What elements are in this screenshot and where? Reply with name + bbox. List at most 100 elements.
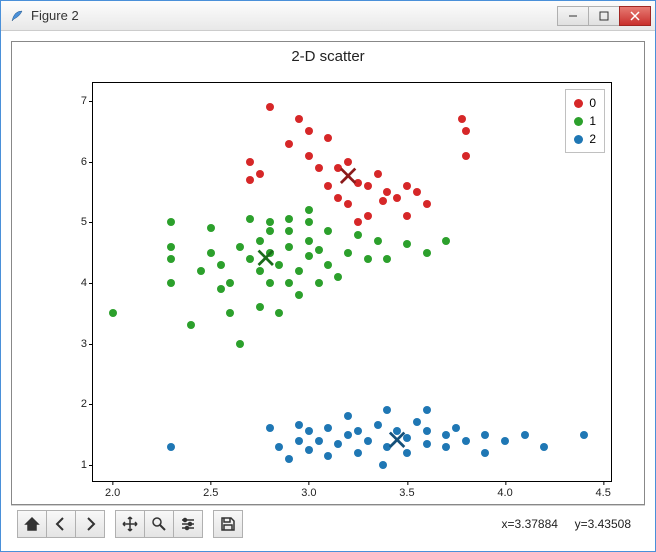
data-point <box>540 443 548 451</box>
data-point <box>383 406 391 414</box>
data-point <box>379 197 387 205</box>
data-point <box>285 227 293 235</box>
data-point <box>226 279 234 287</box>
data-point <box>344 200 352 208</box>
data-point <box>413 418 421 426</box>
data-point <box>285 140 293 148</box>
data-point <box>383 188 391 196</box>
data-point <box>344 431 352 439</box>
data-point <box>452 424 460 432</box>
data-point <box>256 170 264 178</box>
xtick: 2.5 <box>203 487 218 499</box>
file-group <box>213 510 243 538</box>
forward-button[interactable] <box>75 510 105 538</box>
data-point <box>236 243 244 251</box>
data-point <box>374 170 382 178</box>
data-point <box>315 437 323 445</box>
data-point <box>275 309 283 317</box>
data-point <box>187 321 195 329</box>
data-point <box>167 218 175 226</box>
data-point <box>305 218 313 226</box>
legend-item-2: 2 <box>574 130 596 148</box>
centroid-marker: ✕ <box>254 245 277 273</box>
data-point <box>305 152 313 160</box>
data-point <box>423 406 431 414</box>
maximize-button[interactable] <box>588 6 620 26</box>
configure-button[interactable] <box>173 510 203 538</box>
data-point <box>442 237 450 245</box>
data-point <box>324 227 332 235</box>
pan-button[interactable] <box>115 510 145 538</box>
data-point <box>246 176 254 184</box>
plot-canvas[interactable]: 2-D scatter 0 1 2 2.02.53.03 <box>11 41 645 505</box>
data-point <box>305 427 313 435</box>
ytick: 6 <box>69 156 87 168</box>
app-icon <box>9 8 25 24</box>
centroid-marker: ✕ <box>385 427 408 455</box>
data-point <box>285 215 293 223</box>
home-button[interactable] <box>17 510 47 538</box>
back-button[interactable] <box>46 510 76 538</box>
data-point <box>236 340 244 348</box>
save-button[interactable] <box>213 510 243 538</box>
data-point <box>403 240 411 248</box>
data-point <box>324 261 332 269</box>
data-point <box>285 455 293 463</box>
data-point <box>266 227 274 235</box>
data-point <box>354 218 362 226</box>
data-point <box>207 224 215 232</box>
data-point <box>423 200 431 208</box>
legend-dot-0 <box>574 99 583 108</box>
data-point <box>207 249 215 257</box>
data-point <box>305 127 313 135</box>
data-point <box>364 437 372 445</box>
ytick: 5 <box>69 216 87 228</box>
client-area: 2-D scatter 0 1 2 2.02.53.03 <box>1 31 655 551</box>
data-point <box>458 115 466 123</box>
zoom-button[interactable] <box>144 510 174 538</box>
data-point <box>246 158 254 166</box>
data-point <box>246 215 254 223</box>
data-point <box>295 291 303 299</box>
data-point <box>315 279 323 287</box>
data-point <box>364 182 372 190</box>
data-point <box>217 285 225 293</box>
data-point <box>481 449 489 457</box>
data-point <box>374 421 382 429</box>
data-point <box>354 427 362 435</box>
data-point <box>285 243 293 251</box>
data-point <box>305 206 313 214</box>
data-point <box>462 437 470 445</box>
data-point <box>315 164 323 172</box>
xtick: 4.5 <box>596 487 611 499</box>
close-button[interactable] <box>619 6 651 26</box>
ytick: 2 <box>69 398 87 410</box>
chart-title: 2-D scatter <box>291 48 364 65</box>
data-point <box>197 267 205 275</box>
data-point <box>295 267 303 275</box>
window-title: Figure 2 <box>31 8 558 23</box>
data-point <box>442 431 450 439</box>
titlebar[interactable]: Figure 2 <box>1 1 655 31</box>
data-point <box>167 243 175 251</box>
data-point <box>462 127 470 135</box>
toolbar: x=3.37884 y=3.43508 <box>11 505 645 541</box>
data-point <box>334 440 342 448</box>
data-point <box>462 152 470 160</box>
data-point <box>423 440 431 448</box>
legend-item-1: 1 <box>574 112 596 130</box>
data-point <box>580 431 588 439</box>
data-point <box>324 424 332 432</box>
view-group <box>115 510 203 538</box>
minimize-button[interactable] <box>557 6 589 26</box>
data-point <box>442 443 450 451</box>
data-point <box>413 188 421 196</box>
legend-label-2: 2 <box>589 132 596 146</box>
data-point <box>334 273 342 281</box>
centroid-marker: ✕ <box>336 163 359 191</box>
data-point <box>167 279 175 287</box>
data-point <box>481 431 489 439</box>
legend-label-1: 1 <box>589 114 596 128</box>
data-point <box>266 279 274 287</box>
window-controls <box>558 6 651 26</box>
